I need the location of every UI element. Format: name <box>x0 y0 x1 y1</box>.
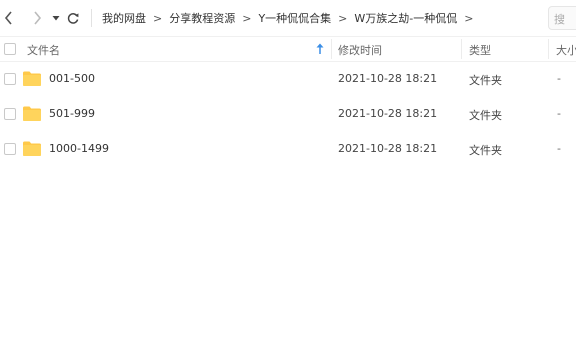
header-modified[interactable]: 修改时间 <box>338 42 382 58</box>
table-row[interactable]: 1000-1499 2021-10-28 18:21 文件夹 - <box>0 132 576 167</box>
folder-icon <box>23 106 41 121</box>
table-row[interactable]: 001-500 2021-10-28 18:21 文件夹 - <box>0 62 576 97</box>
chevron-right-icon <box>34 11 42 25</box>
back-button[interactable] <box>0 9 18 27</box>
breadcrumb-item-current[interactable]: W万族之劫-一种侃侃 <box>354 10 457 26</box>
file-name[interactable]: 501-999 <box>49 107 95 120</box>
search-input[interactable]: 搜 <box>548 6 576 30</box>
breadcrumb: 我的网盘 > 分享教程资源 > Y一种侃侃合集 > W万族之劫-一种侃侃 > <box>92 0 480 36</box>
file-list-header: 文件名 修改时间 类型 大小 <box>0 36 576 62</box>
file-type: 文件夹 <box>469 144 502 157</box>
row-checkbox[interactable] <box>4 108 16 120</box>
file-modified: 2021-10-28 18:21 <box>338 72 438 85</box>
chevron-left-icon <box>4 11 12 25</box>
breadcrumb-separator: > <box>338 11 348 25</box>
file-type: 文件夹 <box>469 109 502 122</box>
file-name[interactable]: 1000-1499 <box>49 142 109 155</box>
breadcrumb-separator: > <box>464 11 474 25</box>
breadcrumb-separator: > <box>153 11 163 25</box>
header-size[interactable]: 大小 <box>556 42 576 58</box>
folder-icon <box>23 141 41 156</box>
file-modified: 2021-10-28 18:21 <box>338 142 438 155</box>
file-type: 文件夹 <box>469 74 502 87</box>
column-divider[interactable] <box>331 39 332 59</box>
select-all-checkbox[interactable] <box>4 43 16 55</box>
table-row[interactable]: 501-999 2021-10-28 18:21 文件夹 - <box>0 97 576 132</box>
folder-icon <box>23 71 41 86</box>
file-size: - <box>557 107 561 120</box>
breadcrumb-item-share[interactable]: 分享教程资源 <box>169 10 235 26</box>
file-modified: 2021-10-28 18:21 <box>338 107 438 120</box>
file-size: - <box>557 72 561 85</box>
row-checkbox[interactable] <box>4 73 16 85</box>
file-name[interactable]: 001-500 <box>49 72 95 85</box>
forward-button[interactable] <box>28 9 46 27</box>
history-dropdown-button[interactable] <box>47 9 65 27</box>
search-placeholder: 搜 <box>554 13 565 26</box>
toolbar: 我的网盘 > 分享教程资源 > Y一种侃侃合集 > W万族之劫-一种侃侃 > 搜 <box>0 0 576 36</box>
header-name[interactable]: 文件名 <box>27 42 60 58</box>
caret-down-icon <box>52 16 60 21</box>
breadcrumb-separator: > <box>242 11 252 25</box>
sort-up-arrow-icon[interactable] <box>316 43 324 55</box>
column-divider[interactable] <box>461 39 462 59</box>
column-divider[interactable] <box>548 39 549 59</box>
refresh-button[interactable] <box>64 9 82 27</box>
breadcrumb-item-my-drive[interactable]: 我的网盘 <box>102 10 146 26</box>
breadcrumb-item-collection[interactable]: Y一种侃侃合集 <box>258 10 331 26</box>
file-size: - <box>557 142 561 155</box>
header-type[interactable]: 类型 <box>469 42 491 58</box>
refresh-icon <box>67 13 79 24</box>
row-checkbox[interactable] <box>4 143 16 155</box>
